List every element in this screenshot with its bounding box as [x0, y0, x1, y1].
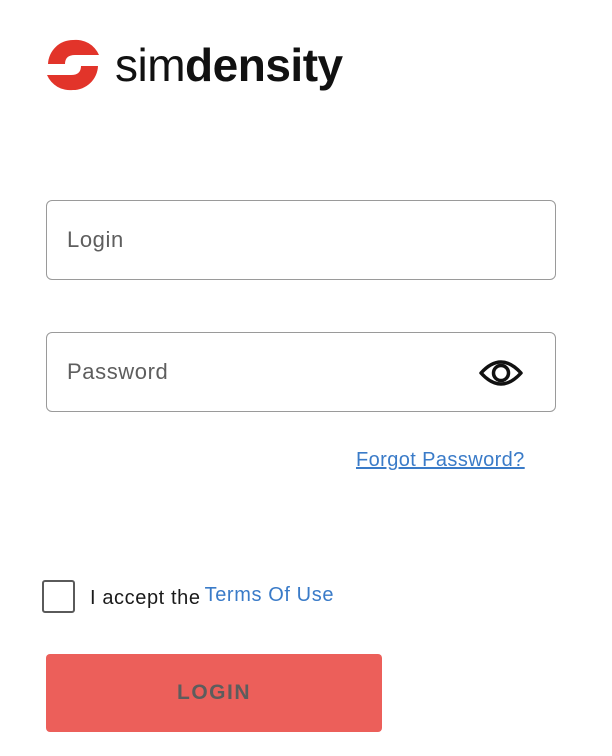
login-input[interactable] — [47, 201, 555, 279]
login-field — [46, 200, 556, 280]
login-page: simdensity Forgot Password? I accept the… — [0, 0, 612, 756]
login-button[interactable]: LOGIN — [46, 654, 382, 732]
terms-of-use-link[interactable]: Terms Of Use — [205, 584, 334, 607]
forgot-password-link[interactable]: Forgot Password? — [356, 449, 525, 472]
terms-checkbox[interactable] — [42, 579, 75, 613]
brand-name-light: sim — [115, 39, 186, 91]
brand-logo: simdensity — [45, 38, 343, 92]
password-field — [46, 332, 556, 412]
show-password-button[interactable] — [477, 351, 525, 395]
brand-name-bold: density — [185, 39, 343, 91]
eye-icon — [479, 360, 523, 386]
brand-wordmark: simdensity — [115, 38, 343, 92]
simdensity-logo-icon — [47, 39, 99, 91]
terms-prefix-text: I accept the — [90, 586, 201, 609]
terms-row: I accept the Terms Of Use — [42, 578, 334, 614]
